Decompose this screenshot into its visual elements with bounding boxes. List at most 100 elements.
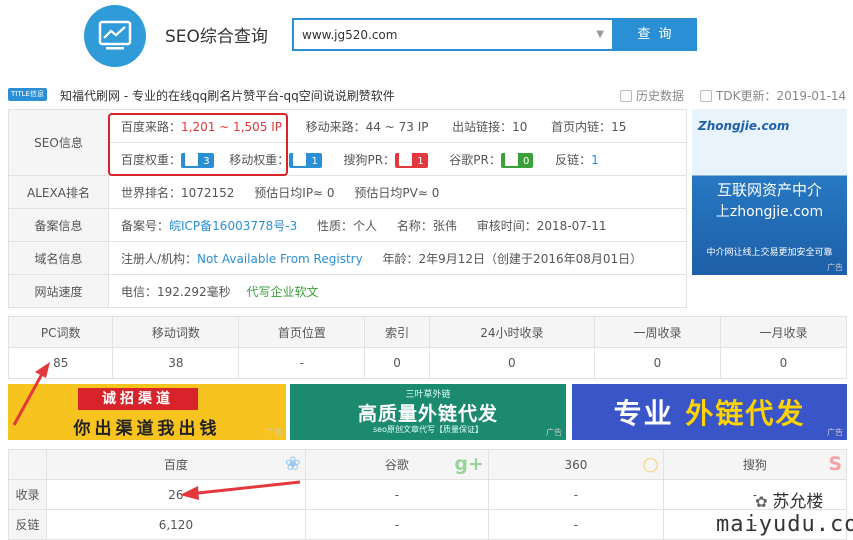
- stats-value-mobile[interactable]: 38: [112, 347, 240, 379]
- ad-zhongjie[interactable]: Zhongjie.com 互联网资产中介 上zhongjie.com 中介网让线…: [692, 109, 847, 275]
- watermark-url: maiyudu.com: [716, 512, 853, 537]
- site-title: SEO综合查询: [165, 27, 268, 47]
- sogou-icon: [399, 152, 413, 166]
- banner2-bottom: seo原创文章代写【质量保证】: [373, 425, 483, 434]
- engine-header-google: 谷歌 g+: [304, 449, 489, 480]
- icp-number-label: 备案号：: [121, 218, 170, 233]
- speed-row: 电信：192.292毫秒 代写企业软文: [108, 274, 687, 308]
- stats-value-pc[interactable]: 85: [7, 347, 114, 379]
- engine-name: 谷歌: [384, 458, 409, 472]
- backlinks-label: 反链：: [555, 152, 592, 167]
- history-icon: [620, 90, 632, 102]
- engine-cell[interactable]: 6,120: [46, 509, 306, 540]
- stats-header: PC词数: [7, 316, 114, 348]
- banner3-a: 专业: [613, 397, 674, 430]
- banner-links-quality[interactable]: 三叶草外链 高质量外链代发 seo原创文章代写【质量保证】 广告: [290, 384, 566, 440]
- ad-line3: 中介网让线上交易更加安全可靠: [706, 248, 833, 258]
- engine-name: 360: [564, 457, 588, 472]
- ad-mark: 广告: [827, 428, 843, 437]
- google-plus-icon: g+: [454, 453, 484, 475]
- engine-cell[interactable]: 26: [46, 479, 306, 510]
- tdk-label: TDK更新：2019-01-14: [716, 89, 847, 103]
- sogou-pr-badge[interactable]: 1: [395, 152, 428, 168]
- zhongjie-logo: Zhongjie.com: [698, 119, 790, 133]
- backlinks-value[interactable]: 1: [591, 153, 599, 167]
- google-pr-label: 谷歌PR：: [449, 152, 501, 167]
- banner1-top: 诚招渠道: [78, 388, 198, 410]
- engine-name: 百度: [163, 458, 188, 472]
- sogou-pr-value: 1: [417, 155, 424, 167]
- softarticle-link[interactable]: 代写企业软文: [246, 285, 318, 299]
- engine-cell: -: [304, 509, 489, 540]
- search-input[interactable]: www.jg520.com ▼: [292, 18, 614, 51]
- banner1-bottom: 你出渠道我出钱: [73, 419, 221, 439]
- ad-mark: 广告: [827, 263, 843, 272]
- watermark-name-text: 苏允楼: [772, 492, 824, 512]
- site-logo[interactable]: [84, 5, 146, 67]
- innerlinks-value[interactable]: 15: [611, 120, 626, 134]
- mobile-source-label: 移动来路：: [305, 119, 366, 134]
- dropdown-caret-icon[interactable]: ▼: [596, 29, 604, 40]
- registrant-link[interactable]: Not Available From Registry: [197, 252, 363, 266]
- wechat-icon: ✿: [755, 493, 773, 511]
- sogou-pr-label: 搜狗PR：: [343, 152, 396, 167]
- registrant-label: 注册人/机构：: [121, 251, 198, 266]
- icp-label: 备案信息: [8, 208, 109, 242]
- domain-label: 域名信息: [8, 241, 109, 275]
- icp-name: 名称：张伟: [396, 218, 457, 233]
- innerlinks-label: 首页内链：: [551, 119, 612, 134]
- google-pr-badge[interactable]: 0: [500, 152, 534, 168]
- banner-links-pro[interactable]: 专业 外链代发 广告: [572, 384, 847, 440]
- history-link[interactable]: 历史数据: [620, 87, 684, 104]
- engine-header-360: 360 ○: [487, 449, 664, 480]
- engine-cell: -: [304, 479, 489, 510]
- paw-icon: ❀: [284, 453, 301, 475]
- icp-nature: 性质：个人: [317, 218, 378, 233]
- stats-header: 首页位置: [238, 316, 366, 348]
- outlinks-value[interactable]: 10: [512, 120, 527, 134]
- telecom-speed: 电信：192.292毫秒: [121, 284, 231, 299]
- stats-value-index: 0: [364, 347, 430, 379]
- engine-row-label: 收录: [8, 479, 47, 510]
- engine-row-label: 反链: [8, 509, 47, 540]
- mobile-weight-badge[interactable]: 1: [289, 152, 322, 168]
- history-label: 历史数据: [636, 89, 685, 103]
- stats-header: 移动词数: [112, 316, 240, 348]
- stats-value-home: -: [238, 347, 366, 379]
- stats-value-24h: 0: [428, 347, 595, 379]
- mobile-source-value[interactable]: 44 ~ 73 IP: [366, 120, 429, 134]
- daily-pv: 预估日均PV≈ 0: [354, 185, 440, 200]
- ad-mark: 广告: [546, 428, 562, 437]
- google-icon: [504, 152, 518, 166]
- icp-number-link[interactable]: 皖ICP备16003778号-3: [169, 219, 297, 233]
- engine-corner: [8, 449, 47, 480]
- world-rank: 世界排名：1072152: [121, 185, 235, 200]
- icp-audit: 审核时间：2018-07-11: [476, 218, 607, 233]
- search-button[interactable]: 查 询: [614, 18, 697, 51]
- title-badge: TITLE信息: [8, 88, 47, 101]
- outlinks-label: 出站链接：: [452, 119, 513, 134]
- banner2-main: 高质量外链代发: [357, 403, 498, 425]
- banner-channel[interactable]: 诚招渠道 你出渠道我出钱 广告: [8, 384, 286, 440]
- tdk-icon: [700, 90, 712, 102]
- engine-cell: -: [487, 479, 664, 510]
- domain-row: 注册人/机构：Not Available From Registry 年龄：2年…: [108, 241, 687, 275]
- banner3-b: 外链代发: [685, 397, 806, 430]
- annotation-box: [108, 113, 288, 176]
- ad-line1: 互联网资产中介: [716, 181, 822, 199]
- daily-ip: 预估日均IP≈ 0: [254, 185, 335, 200]
- stats-table: PC词数 移动词数 首页位置 索引 24小时收录 一周收录 一月收录 85 38…: [7, 316, 848, 379]
- sogou-icon: S: [828, 453, 842, 475]
- engine-header-sogou: 搜狗 S: [662, 449, 848, 480]
- chart-monitor-icon: [98, 20, 132, 50]
- tdk-update[interactable]: TDK更新：2019-01-14: [700, 87, 846, 104]
- ad-mark: 广告: [266, 428, 282, 437]
- stats-value-week: 0: [593, 347, 721, 379]
- search-value: www.jg520.com: [302, 28, 398, 42]
- page-title: 知福代刷网 - 专业的在线qq刷名片赞平台-qq空间说说刷赞软件: [60, 89, 395, 103]
- speed-label: 网站速度: [8, 274, 109, 308]
- engine-cell: -: [487, 509, 664, 540]
- alexa-row: 世界排名：1072152 预估日均IP≈ 0 预估日均PV≈ 0: [108, 175, 687, 209]
- engine-name: 搜狗: [742, 458, 767, 472]
- mobile-weight-value: 1: [311, 155, 318, 167]
